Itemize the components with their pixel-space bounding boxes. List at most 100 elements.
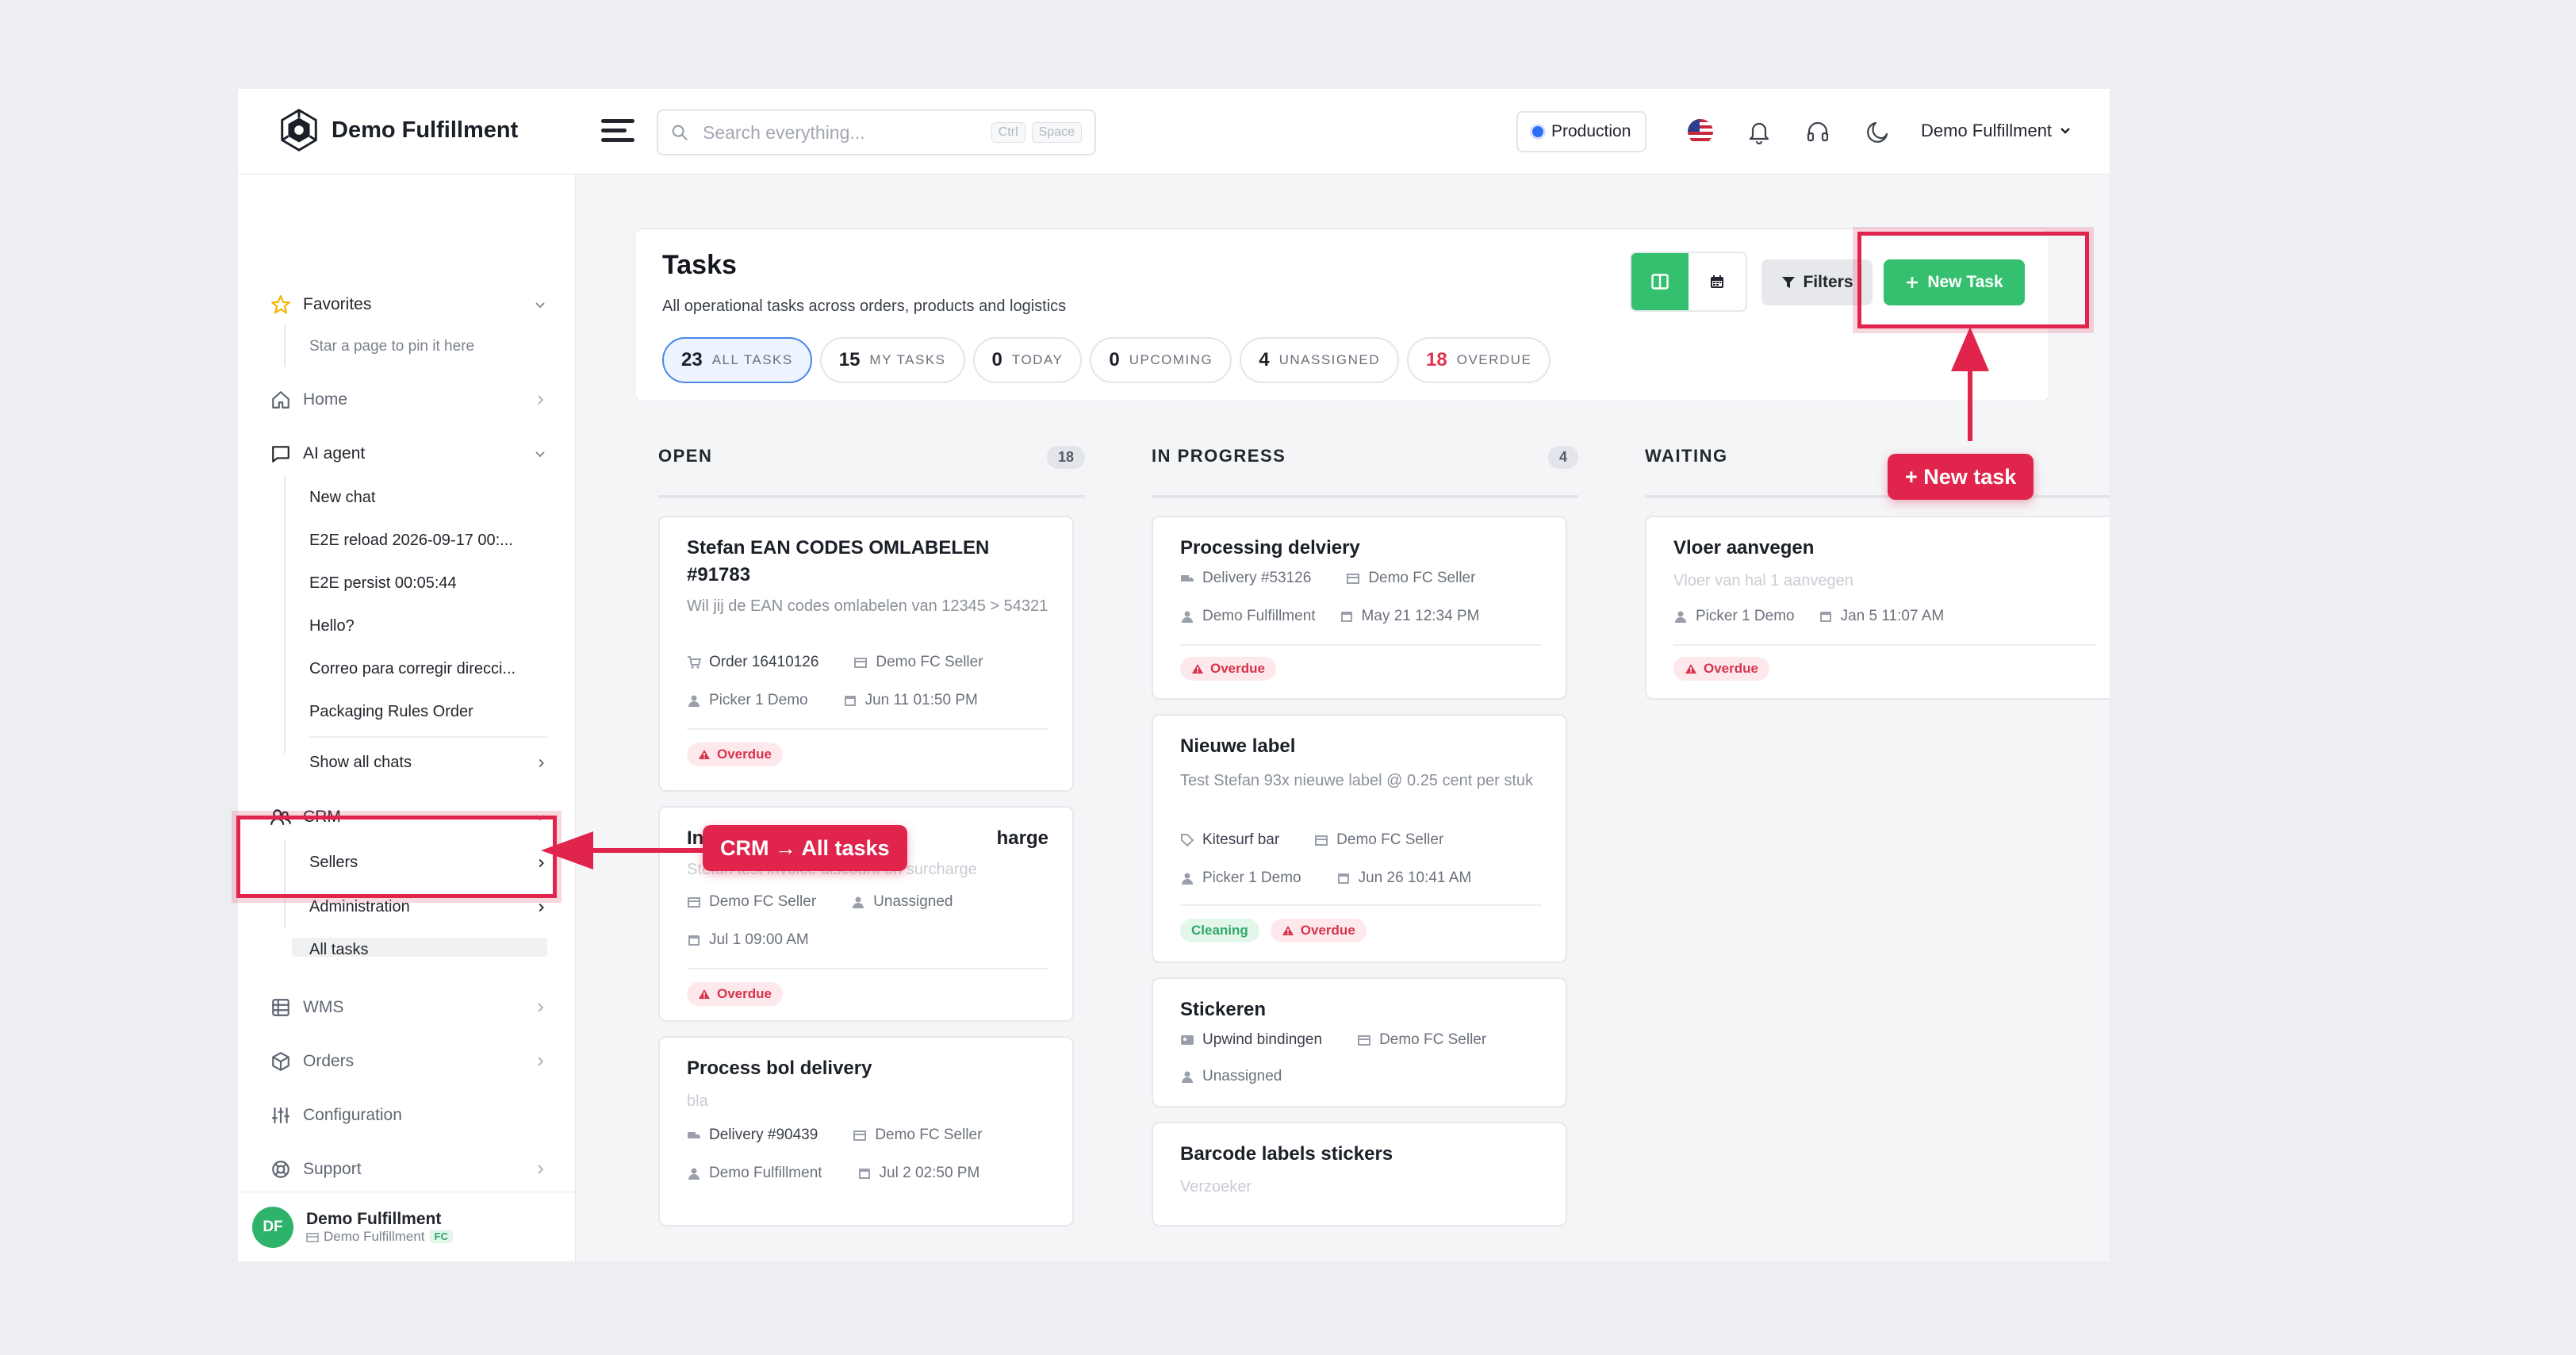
card-divider: [1180, 644, 1542, 646]
logo[interactable]: Demo Fulfillment: [276, 106, 518, 154]
table-grid-icon: [270, 996, 292, 1019]
task-card[interactable]: Vloer aanvegen Vloer van hal 1 aanvegen …: [1645, 516, 2110, 700]
chats-divider: [309, 736, 547, 738]
orders-label: Orders: [303, 1052, 355, 1070]
board-columns-icon: [1651, 274, 1669, 290]
chat-item[interactable]: E2E reload 2026-09-17 00:...: [309, 532, 547, 550]
task-date: Jun 26 10:41 AM: [1358, 869, 1472, 886]
store-icon: [1358, 1035, 1371, 1046]
sidebar-item-configuration[interactable]: Configuration: [270, 1100, 547, 1131]
chat-item[interactable]: Packaging Rules Order: [309, 703, 547, 721]
calendar-icon: [844, 696, 856, 706]
show-all-chats-link[interactable]: Show all chats: [309, 754, 547, 772]
sidebar-item-home[interactable]: Home: [270, 384, 547, 416]
task-description: Wil jij de EAN codes omlabelen van 12345…: [687, 597, 1048, 615]
card-divider: [1180, 904, 1542, 906]
overdue-badge: Overdue: [1673, 657, 1769, 681]
menu-toggle-icon[interactable]: [601, 119, 634, 146]
calendar-view-button[interactable]: [1689, 253, 1746, 310]
task-filter-pills: 23 All tasks 15 My tasks 0 Today 0 Upcoming …: [662, 337, 1551, 383]
overdue-badge: Overdue: [1270, 919, 1367, 942]
tag-icon: [1181, 834, 1194, 847]
filters-button[interactable]: Filters: [1761, 259, 1873, 305]
cart-icon: [688, 656, 701, 669]
headset-icon[interactable]: [1805, 119, 1830, 144]
wms-label: WMS: [303, 998, 344, 1016]
crm-all-tasks-callout: CRM → All tasks: [703, 825, 907, 871]
task-meta-row: Delivery #90439 Demo FC Seller: [687, 1127, 982, 1144]
sidebar-item-orders[interactable]: Orders: [270, 1046, 547, 1077]
card-divider: [687, 728, 1048, 730]
calendar-icon: [1711, 275, 1723, 288]
building-icon: [306, 1232, 319, 1242]
user-menu[interactable]: Demo Fulfillment: [1921, 121, 2071, 141]
task-tags: Cleaning Overdue: [1180, 919, 1367, 942]
column-name: OPEN: [658, 446, 713, 466]
task-date: Jul 2 02:50 PM: [879, 1165, 980, 1181]
chevron-right-icon: [538, 1003, 544, 1012]
chevron-down-icon: [535, 302, 545, 309]
task-meta-row: Picker 1 Demo Jan 5 11:07 AM: [1673, 608, 1944, 625]
chat-item[interactable]: E2E persist 00:05:44: [309, 574, 547, 593]
pill-unassigned[interactable]: 4 Unassigned: [1240, 337, 1400, 383]
task-card[interactable]: Processing delviery Delivery #53126 Demo…: [1152, 516, 1567, 700]
chat-item[interactable]: New chat: [309, 489, 547, 507]
pill-all-tasks[interactable]: 23 All tasks: [662, 337, 812, 383]
task-card[interactable]: Nieuwe label Test Stefan 93x nieuwe labe…: [1152, 714, 1567, 963]
avatar: DF: [252, 1206, 293, 1248]
sidebar-item-ai-agent[interactable]: AI agent: [270, 438, 547, 470]
favorites-label: Favorites: [303, 295, 372, 313]
board-view-button[interactable]: [1631, 253, 1689, 310]
configuration-label: Configuration: [303, 1106, 402, 1124]
user-name: Demo Fulfillment: [1921, 121, 2053, 140]
pill-count: 23: [681, 349, 703, 370]
user-icon: [688, 695, 700, 707]
pill-upcoming[interactable]: 0 Upcoming: [1090, 337, 1232, 383]
task-card[interactable]: Process bol delivery bla Delivery #90439…: [658, 1036, 1074, 1226]
chat-item[interactable]: Correo para corregir direcci...: [309, 660, 547, 678]
sidebar-item-support[interactable]: Support: [270, 1153, 547, 1185]
pill-today[interactable]: 0 Today: [972, 337, 1083, 383]
sliders-icon: [270, 1104, 292, 1127]
ai-agent-guide-line: [284, 476, 286, 754]
task-title: Processing delviery: [1180, 537, 1360, 559]
sidebar: Favorites Star a page to pin it here Hom…: [238, 175, 576, 1261]
pill-count: 0: [991, 349, 1002, 370]
overdue-badge: Overdue: [1180, 657, 1276, 681]
task-description: bla: [687, 1092, 708, 1110]
sidebar-item-favorites[interactable]: Favorites: [270, 289, 547, 321]
calendar-icon: [688, 935, 700, 946]
bell-icon[interactable]: [1746, 119, 1772, 144]
pill-my-tasks[interactable]: 15 My tasks: [819, 337, 965, 383]
top-bar: Demo Fulfillment Search everything... Ct…: [238, 89, 2110, 175]
search-input[interactable]: Search everything... Ctrl Space: [657, 109, 1096, 155]
calendar-icon: [1337, 873, 1349, 884]
task-card[interactable]: Barcode labels stickers Verzoeker: [1152, 1122, 1567, 1226]
new-task-callout: + New task: [1888, 454, 2034, 500]
sidebar-item-all-tasks[interactable]: All tasks: [309, 941, 547, 959]
chat-item[interactable]: Hello?: [309, 617, 547, 635]
truck-icon: [1181, 575, 1194, 582]
sidebar-item-administration[interactable]: Administration: [309, 898, 547, 916]
task-tags: Overdue: [1673, 657, 1769, 681]
environment-selector[interactable]: Production: [1516, 111, 1647, 152]
sidebar-item-wms[interactable]: WMS: [270, 992, 547, 1023]
calendar-icon: [858, 1169, 870, 1179]
home-label: Home: [303, 390, 348, 409]
overdue-badge: Overdue: [687, 982, 783, 1006]
account-footer[interactable]: DF Demo Fulfillment Demo Fulfillment FC: [238, 1192, 576, 1261]
us-flag-icon[interactable]: [1688, 119, 1713, 144]
warning-icon: [1282, 926, 1294, 935]
task-title: Process bol delivery: [687, 1058, 872, 1079]
pill-overdue[interactable]: 18 Overdue: [1407, 337, 1551, 383]
dark-mode-moon-icon[interactable]: [1865, 119, 1891, 144]
task-card[interactable]: Stickeren Upwind bindingen Demo FC Selle…: [1152, 977, 1567, 1107]
filter-funnel-icon: [1782, 277, 1796, 288]
task-title: Vloer aanvegen: [1673, 537, 1815, 559]
shortcut-ctrl: Ctrl: [991, 122, 1025, 143]
task-seller: Demo FC Seller: [875, 1127, 983, 1143]
tasks-header-card: Tasks All operational tasks across order…: [634, 228, 2049, 401]
task-card[interactable]: Stefan EAN CODES OMLABELEN #91783 Wil ji…: [658, 516, 1074, 792]
card-divider: [1673, 644, 2095, 646]
home-icon: [270, 389, 292, 411]
